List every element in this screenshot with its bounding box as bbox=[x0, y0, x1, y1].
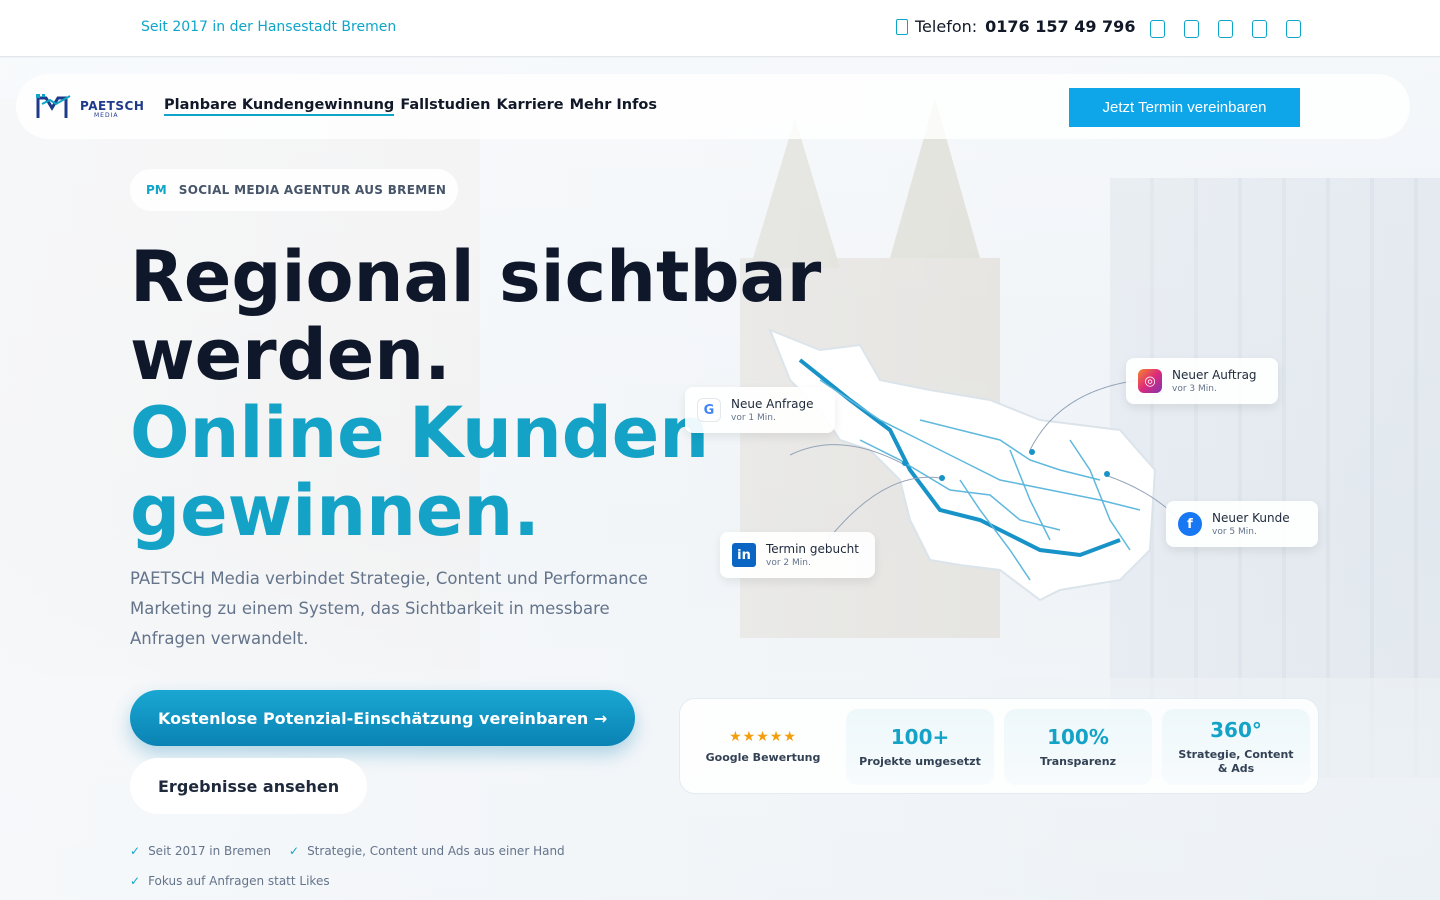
notification-time: vor 1 Min. bbox=[731, 413, 776, 423]
stat-value: 360° bbox=[1210, 718, 1262, 742]
free-assessment-button[interactable]: Kostenlose Potenzial-Einschätzung verein… bbox=[130, 690, 635, 746]
stats-panel: ★★★★★ Google Bewertung 100+ Projekte umg… bbox=[679, 698, 1319, 794]
facebook-icon: f bbox=[1178, 512, 1202, 536]
check-item: ✓ Seit 2017 in Bremen bbox=[130, 844, 271, 858]
stat-transparency: 100% Transparenz bbox=[1004, 709, 1152, 785]
stat-projects: 100+ Projekte umgesetzt bbox=[846, 709, 994, 785]
top-bar: Seit 2017 in der Hansestadt Bremen Telef… bbox=[0, 0, 1440, 57]
rating-stars: ★★★★★ bbox=[729, 729, 797, 745]
badge-pm: PM bbox=[146, 183, 167, 197]
trust-checks: ✓ Seit 2017 in Bremen ✓ Strategie, Content… bbox=[130, 842, 565, 896]
headline-line-1: Regional sichtbar bbox=[130, 236, 822, 318]
nav-link-karriere[interactable]: Karriere bbox=[497, 97, 564, 116]
nav-link-planbare-kundengewinnung[interactable]: Planbare Kundengewinnung bbox=[164, 97, 395, 116]
logo[interactable]: PAETSCH MEDIA bbox=[36, 92, 144, 122]
check-item: ✓ Fokus auf Anfragen statt Likes bbox=[130, 874, 330, 888]
notification-title: Neue Anfrage bbox=[731, 397, 814, 411]
phone-link[interactable]: Telefon: 0176 157 49 796 bbox=[896, 17, 1135, 36]
notification-termin-gebucht: in Termin gebucht vor 2 Min. bbox=[720, 532, 875, 578]
check-icon: ✓ bbox=[130, 844, 141, 858]
notification-title: Neuer Kunde bbox=[1212, 511, 1290, 525]
phone-icon bbox=[896, 18, 908, 35]
headline-line-4: gewinnen. bbox=[130, 470, 540, 552]
notification-title: Termin gebucht bbox=[766, 542, 859, 556]
notification-time: vor 2 Min. bbox=[766, 558, 811, 568]
nav-links: Planbare Kundengewinnung Fallstudien Kar… bbox=[164, 97, 657, 116]
notification-neuer-kunde: f Neuer Kunde vor 5 Min. bbox=[1166, 501, 1318, 547]
linkedin-icon: in bbox=[732, 543, 756, 567]
stat-value: 100% bbox=[1047, 725, 1109, 749]
social-links bbox=[1150, 20, 1301, 38]
notification-neuer-auftrag: ◎ Neuer Auftrag vor 3 Min. bbox=[1126, 358, 1278, 404]
stat-google-rating: ★★★★★ Google Bewertung bbox=[688, 709, 838, 785]
instagram-icon[interactable] bbox=[1184, 20, 1199, 38]
check-item: ✓ Strategie, Content und Ads aus einer Ha… bbox=[289, 844, 565, 858]
notification-time: vor 3 Min. bbox=[1172, 384, 1217, 394]
check-icon: ✓ bbox=[130, 874, 141, 888]
facebook-icon[interactable] bbox=[1150, 20, 1165, 38]
headline-line-3: Online Kunden bbox=[130, 392, 710, 474]
logo-wordmark: PAETSCH bbox=[80, 99, 145, 113]
stat-label: Projekte umgesetzt bbox=[859, 755, 981, 768]
phone-number[interactable]: 0176 157 49 796 bbox=[985, 17, 1135, 36]
notification-time: vor 5 Min. bbox=[1212, 527, 1257, 537]
check-icon: ✓ bbox=[289, 844, 300, 858]
notification-neue-anfrage: G Neue Anfrage vor 1 Min. bbox=[685, 387, 835, 433]
check-label: Fokus auf Anfragen statt Likes bbox=[148, 874, 330, 888]
stat-label: Strategie, Content & Ads bbox=[1178, 748, 1294, 775]
badge-text: SOCIAL MEDIA AGENTUR AUS BREMEN bbox=[178, 183, 447, 197]
stat-label: Transparenz bbox=[1040, 755, 1116, 768]
stat-360: 360° Strategie, Content & Ads bbox=[1162, 709, 1310, 785]
nav-link-fallstudien[interactable]: Fallstudien bbox=[400, 97, 490, 116]
logo-subtitle: MEDIA bbox=[94, 112, 119, 119]
nav-link-mehr-infos[interactable]: Mehr Infos bbox=[570, 97, 657, 116]
tiktok-icon[interactable] bbox=[1286, 20, 1301, 38]
youtube-icon[interactable] bbox=[1252, 20, 1267, 38]
hero-lead: PAETSCH Media verbindet Strategie, Conte… bbox=[130, 569, 648, 648]
stat-label: Google Bewertung bbox=[705, 751, 821, 764]
instagram-icon: ◎ bbox=[1138, 369, 1162, 393]
check-label: Strategie, Content und Ads aus einer Han… bbox=[307, 844, 565, 858]
logo-mark-icon bbox=[36, 94, 71, 118]
linkedin-icon[interactable] bbox=[1218, 20, 1233, 38]
phone-label: Telefon: bbox=[915, 17, 978, 36]
view-results-button[interactable]: Ergebnisse ansehen bbox=[130, 758, 367, 814]
notification-title: Neuer Auftrag bbox=[1172, 368, 1257, 382]
check-label: Seit 2017 in Bremen bbox=[148, 844, 271, 858]
google-icon: G bbox=[697, 398, 721, 422]
headline-line-2: werden. bbox=[130, 314, 451, 396]
agency-badge: PM SOCIAL MEDIA AGENTUR AUS BREMEN bbox=[130, 169, 459, 211]
book-appointment-button[interactable]: Jetzt Termin vereinbaren bbox=[1069, 88, 1300, 127]
stat-value: 100+ bbox=[890, 725, 950, 749]
since-text: Seit 2017 in der Hansestadt Bremen bbox=[141, 19, 397, 35]
